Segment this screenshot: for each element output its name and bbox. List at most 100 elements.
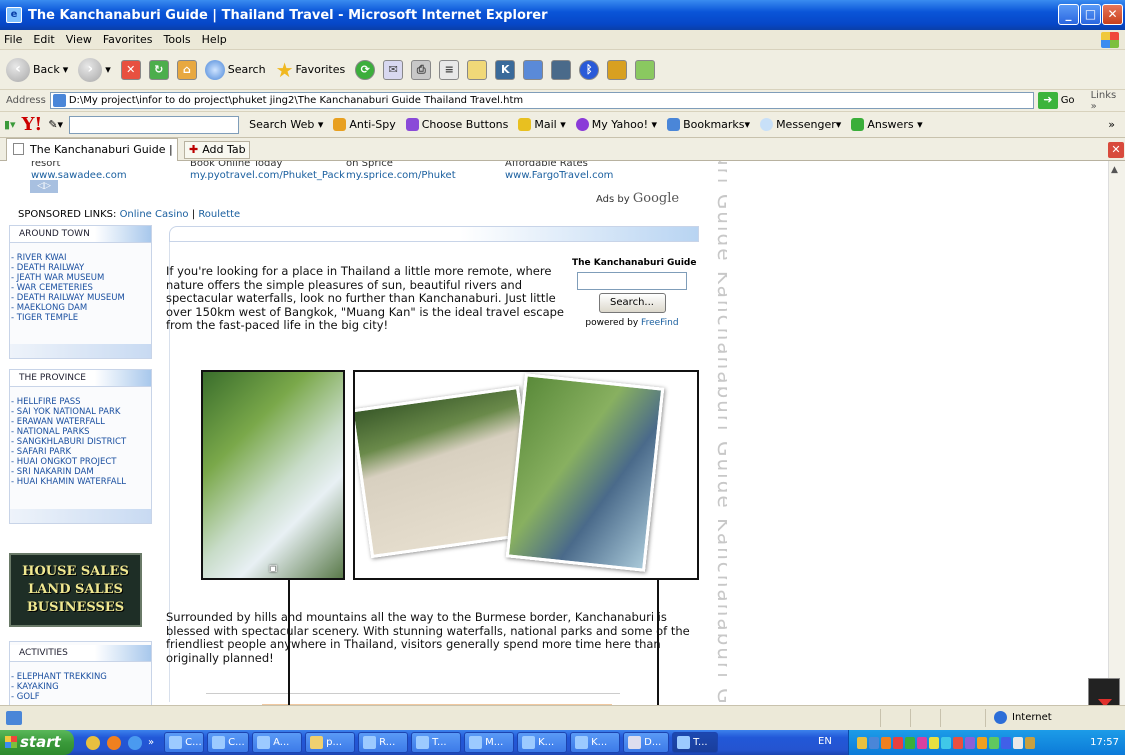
mail-button[interactable]: Mail ▾ <box>518 118 566 131</box>
tray-icon[interactable] <box>965 736 975 749</box>
taskbar-item[interactable]: C... <box>207 732 250 753</box>
yahoo-logo[interactable]: Y! <box>22 114 43 135</box>
taskbar-item[interactable]: A... <box>252 732 303 753</box>
forward-button[interactable]: › ▾ <box>78 57 111 82</box>
ad-url[interactable]: www.FargoTravel.com <box>505 170 613 181</box>
mail-icon[interactable]: ✉ <box>383 59 404 80</box>
sidebar-item[interactable]: - RIVER KWAI <box>10 253 151 263</box>
sidebar-item[interactable]: - SANGKHLABURI DISTRICT <box>10 437 151 447</box>
taskbar-item[interactable]: K... <box>570 732 621 753</box>
sidebar-item[interactable]: - MAEKLONG DAM <box>10 303 151 313</box>
stop-icon[interactable]: ✕ <box>120 59 141 80</box>
vertical-scrollbar[interactable]: ▲ <box>1108 161 1125 705</box>
home-icon[interactable]: ⌂ <box>176 59 197 80</box>
yahoo-more-button[interactable]: » <box>1108 118 1115 131</box>
freefind-link[interactable]: FreeFind <box>641 318 679 328</box>
tray-icon[interactable] <box>857 736 867 749</box>
download-icon[interactable] <box>607 59 628 80</box>
anti-spy-button[interactable]: Anti-Spy <box>333 118 396 131</box>
bookmarks-button[interactable]: Bookmarks▾ <box>667 118 750 131</box>
taskbar-item[interactable]: R... <box>358 732 409 753</box>
add-tab-button[interactable]: ✚ Add Tab <box>184 141 250 159</box>
print-icon[interactable]: ⎙ <box>411 59 432 80</box>
sidebar-item[interactable]: - HELLFIRE PASS <box>10 397 151 407</box>
sidebar-item[interactable]: - WAR CEMETERIES <box>10 283 151 293</box>
search-web-button[interactable]: Search Web ▾ <box>249 118 323 131</box>
links-button[interactable]: Links » <box>1091 90 1125 112</box>
answers-button[interactable]: Answers ▾ <box>851 118 923 131</box>
taskbar-item[interactable]: D... <box>623 732 670 753</box>
tray-icon[interactable] <box>941 736 951 749</box>
pencil-icon[interactable]: ✎▾ <box>48 118 63 131</box>
taskbar-item[interactable]: C... <box>164 732 205 753</box>
close-button[interactable]: ✕ <box>1102 4 1123 25</box>
quicklaunch-icon[interactable] <box>107 735 121 750</box>
my-yahoo-button[interactable]: My Yahoo! ▾ <box>575 118 657 131</box>
menu-tools[interactable]: Tools <box>164 33 191 46</box>
toolbar-options-icon[interactable]: ▮▾ <box>4 118 16 131</box>
sidebar-item[interactable]: - DEATH RAILWAY MUSEUM <box>10 293 151 303</box>
sidebar-item[interactable]: - JEATH WAR MUSEUM <box>10 273 151 283</box>
tray-icon[interactable] <box>893 736 903 749</box>
sidebar-item[interactable]: - TIGER TEMPLE <box>10 313 151 323</box>
menu-help[interactable]: Help <box>202 33 227 46</box>
tray-icon[interactable] <box>881 736 891 749</box>
maximize-button[interactable]: □ <box>1080 4 1101 25</box>
bluetooth-icon[interactable]: ᛒ <box>579 59 600 80</box>
tray-icon[interactable] <box>917 736 927 749</box>
sidebar-item[interactable]: - SRI NAKARIN DAM <box>10 467 151 477</box>
sidebar-item[interactable]: - ERAWAN WATERFALL <box>10 417 151 427</box>
sidebar-item[interactable]: - GOLF <box>10 692 151 702</box>
tray-icon[interactable] <box>1013 736 1023 749</box>
quicklaunch-icon[interactable] <box>128 735 142 750</box>
sidebar-item[interactable]: - ELEPHANT TREKKING <box>10 672 151 682</box>
clock[interactable]: 17:57 <box>1090 737 1119 748</box>
sidebar-item[interactable]: - SAFARI PARK <box>10 447 151 457</box>
quicklaunch-more-icon[interactable]: » <box>148 737 154 748</box>
menu-favorites[interactable]: Favorites <box>103 33 153 46</box>
refresh-icon[interactable]: ↻ <box>148 59 169 80</box>
messenger-icon[interactable] <box>523 59 544 80</box>
tray-icon[interactable] <box>905 736 915 749</box>
sidebar-item[interactable]: - SAI YOK NATIONAL PARK <box>10 407 151 417</box>
library-icon[interactable] <box>551 59 572 80</box>
scroll-up-icon[interactable]: ▲ <box>1111 165 1118 175</box>
go-label[interactable]: Go <box>1061 95 1075 106</box>
sidebar-item[interactable]: - DEATH RAILWAY <box>10 263 151 273</box>
tray-icon[interactable] <box>929 736 939 749</box>
yahoo-search-input[interactable] <box>69 115 240 134</box>
site-search-button[interactable]: Search... <box>598 293 666 313</box>
taskbar-item[interactable]: M... <box>464 732 515 753</box>
start-button[interactable]: start <box>0 730 74 755</box>
house-sales-banner[interactable]: HOUSE SALES LAND SALES BUSINESSES <box>9 553 142 627</box>
language-indicator[interactable]: EN <box>818 736 832 747</box>
tools-icon[interactable] <box>635 59 656 80</box>
minimize-button[interactable]: _ <box>1058 4 1079 25</box>
address-input[interactable]: D:\My project\infor to do project\phuket… <box>49 92 1035 109</box>
back-button[interactable]: ‹ Back ▾ <box>6 57 68 82</box>
favorites-button[interactable]: ★ Favorites <box>276 58 346 82</box>
tray-icon[interactable] <box>1025 736 1035 749</box>
close-tab-icon[interactable]: ✕ <box>1108 142 1124 158</box>
online-casino-link[interactable]: Online Casino <box>120 209 189 220</box>
tray-icon[interactable] <box>1001 736 1011 749</box>
ad-url[interactable]: my.sprice.com/Phuket <box>346 170 456 181</box>
tray-icon[interactable] <box>977 736 987 749</box>
menu-file[interactable]: File <box>4 33 22 46</box>
menu-view[interactable]: View <box>66 33 92 46</box>
quicklaunch-icon[interactable] <box>86 735 100 750</box>
tray-icon[interactable] <box>989 736 999 749</box>
go-button[interactable]: ➜ <box>1038 92 1058 109</box>
ads-by-google[interactable]: Ads by Google <box>596 191 679 206</box>
menu-edit[interactable]: Edit <box>33 33 54 46</box>
tray-icon[interactable] <box>953 736 963 749</box>
choose-buttons-button[interactable]: Choose Buttons <box>405 118 508 131</box>
search-button[interactable]: Search <box>204 59 266 80</box>
k-icon[interactable]: K <box>495 59 516 80</box>
taskbar-item[interactable]: p... <box>305 732 356 753</box>
history-icon[interactable]: ⟳ <box>355 59 376 80</box>
ad-nav-arrows-icon[interactable]: ◁▷ <box>30 180 58 193</box>
sidebar-item[interactable]: - KAYAKING <box>10 682 151 692</box>
taskbar-item-active[interactable]: T... <box>672 732 719 753</box>
site-search-input[interactable] <box>577 272 687 290</box>
